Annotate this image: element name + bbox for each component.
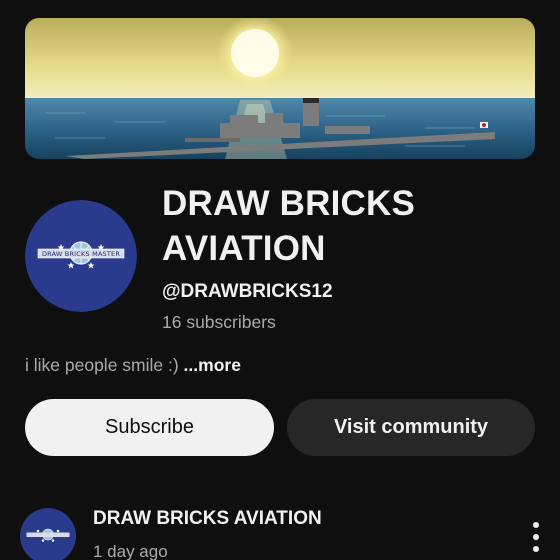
description-text: i like people smile :) [25, 355, 179, 375]
avatar-text: DRAW BRICKS MASTER [42, 250, 120, 258]
channel-description[interactable]: i like people smile :) ...more [25, 355, 241, 376]
more-link[interactable]: ...more [184, 355, 241, 375]
menu-dot [533, 534, 539, 540]
channel-handle: @DRAWBRICKS12 [162, 281, 333, 302]
subscriber-count: 16 subscribers [162, 312, 276, 332]
post-author-name[interactable]: DRAW BRICKS AVIATION [93, 508, 322, 530]
post-author-avatar[interactable] [20, 508, 76, 560]
channel-avatar[interactable]: DRAW BRICKS MASTER [25, 200, 137, 312]
menu-dot [533, 546, 539, 552]
visit-community-button[interactable]: Visit community [287, 399, 535, 456]
channel-page: DRAW BRICKS MASTER DRAW BRICKS AVIATION … [0, 0, 560, 560]
battleship-banner-image [25, 18, 535, 159]
draw-bricks-master-logo: DRAW BRICKS MASTER [25, 200, 137, 312]
more-vert-icon[interactable] [524, 520, 548, 560]
draw-bricks-master-logo-small [20, 508, 76, 560]
post-timestamp: 1 day ago [93, 542, 168, 560]
channel-banner [25, 18, 535, 159]
subscribe-button[interactable]: Subscribe [25, 399, 274, 456]
menu-dot [533, 522, 539, 528]
channel-name: DRAW BRICKS AVIATION [162, 184, 416, 268]
